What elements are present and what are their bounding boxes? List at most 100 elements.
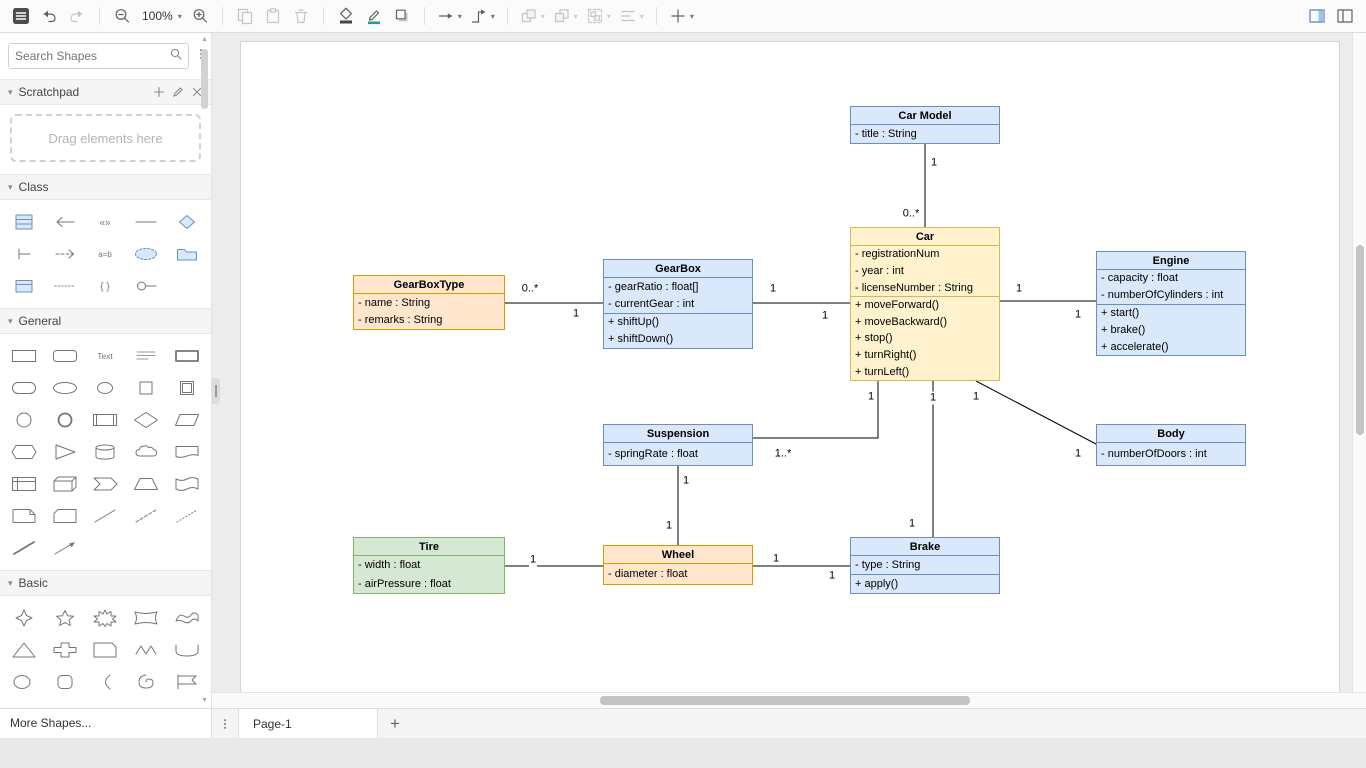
zoom-in-button[interactable] — [187, 3, 213, 29]
stadium-shape-icon[interactable] — [4, 372, 45, 404]
square-shape-icon[interactable] — [126, 372, 167, 404]
uml-braces-shape-icon[interactable]: { } — [85, 270, 126, 302]
scratchpad-header[interactable]: ▾ Scratchpad — [0, 79, 211, 105]
cloud-shape-icon[interactable] — [126, 436, 167, 468]
cylinder-shape-icon[interactable] — [85, 436, 126, 468]
cube-shape-icon[interactable] — [45, 468, 86, 500]
class-attribute: - diameter : float — [608, 568, 688, 580]
rect-shape-icon[interactable] — [4, 340, 45, 372]
uml-class-suspension[interactable]: Suspension - springRate : float — [603, 424, 753, 466]
triangle-up-shape-icon[interactable] — [4, 634, 45, 666]
rrect-shape-icon[interactable] — [45, 340, 86, 372]
format-panel-button[interactable] — [1304, 3, 1330, 29]
search-box[interactable] — [8, 43, 189, 69]
pages-menu-icon[interactable] — [212, 709, 238, 738]
section-header-class[interactable]: ▾ Class — [0, 174, 211, 200]
triangle-shape-icon[interactable] — [45, 436, 86, 468]
horizontal-scrollbar-thumb[interactable] — [600, 696, 970, 705]
caret-down-icon: ▾ — [639, 11, 644, 21]
outline-panel-button[interactable] — [1332, 3, 1358, 29]
sidebar-scrollbar[interactable]: ▲ ▼ — [199, 35, 210, 706]
sidebar-scrollbar-thumb[interactable] — [201, 49, 208, 109]
uml-assoc-shape-icon[interactable] — [45, 206, 86, 238]
insert-button[interactable]: ▾ — [666, 3, 697, 29]
note-shape-icon[interactable] — [4, 500, 45, 532]
uml-class-gearboxtype[interactable]: GearBoxType - name : String - remarks : St… — [353, 275, 505, 330]
fill-color-button[interactable] — [333, 3, 359, 29]
zoom-level-button[interactable]: 100% ▾ — [137, 3, 185, 29]
arrow-shape-icon[interactable] — [45, 532, 86, 564]
circle-shape-icon[interactable] — [4, 404, 45, 436]
zoom-out-button[interactable] — [109, 3, 135, 29]
textbox-shape-icon[interactable] — [126, 340, 167, 372]
uml-class-wheel[interactable]: Wheel - diameter : float — [603, 545, 753, 585]
line-color-button[interactable] — [361, 3, 387, 29]
scratchpad-add-icon[interactable] — [153, 86, 165, 98]
blob-shape-icon[interactable] — [4, 666, 45, 698]
uml-divider-shape-icon[interactable] — [4, 238, 45, 270]
card-shape-icon[interactable] — [45, 500, 86, 532]
search-icon[interactable] — [170, 47, 182, 65]
star5-shape-icon[interactable] — [45, 602, 86, 634]
section-header-general[interactable]: ▾ General — [0, 308, 211, 334]
add-page-button[interactable]: + — [378, 709, 412, 738]
scroll-up-icon[interactable]: ▲ — [201, 35, 208, 45]
process-shape-icon[interactable] — [85, 404, 126, 436]
uml-class-shape-icon[interactable] — [4, 206, 45, 238]
connection-button[interactable]: ▾ — [434, 3, 465, 29]
circle-bold-shape-icon[interactable] — [45, 404, 86, 436]
text-shape-icon[interactable]: Text — [85, 340, 126, 372]
vertical-scrollbar[interactable] — [1352, 33, 1366, 692]
section-header-basic[interactable]: ▾ Basic — [0, 570, 211, 596]
corner-rect-shape-icon[interactable] — [85, 634, 126, 666]
burst-shape-icon[interactable] — [85, 602, 126, 634]
spiral-shape-icon[interactable] — [126, 666, 167, 698]
uml-class-car-model[interactable]: Car Model - title : String — [850, 106, 1000, 144]
search-input[interactable] — [15, 49, 170, 63]
star4-shape-icon[interactable] — [4, 602, 45, 634]
uml-line-shape-icon[interactable] — [126, 206, 167, 238]
shadow-button[interactable] — [389, 3, 415, 29]
trapezoid-shape-icon[interactable] — [126, 468, 167, 500]
page-tab[interactable]: Page-1 — [238, 709, 378, 738]
uml-class-body[interactable]: Body - numberOfDoors : int — [1096, 424, 1246, 466]
drawing-page[interactable] — [240, 41, 1340, 692]
zigzag-shape-icon[interactable] — [126, 634, 167, 666]
vertical-scrollbar-thumb[interactable] — [1356, 245, 1364, 435]
uml-dashed-assoc-shape-icon[interactable] — [45, 238, 86, 270]
hexagon-shape-icon[interactable] — [4, 436, 45, 468]
uml-class-engine[interactable]: Engine - capacity : float - numberOfCylind… — [1096, 251, 1246, 356]
scratchpad-edit-icon[interactable] — [172, 86, 184, 98]
internal-storage-shape-icon[interactable] — [4, 468, 45, 500]
bold-line-shape-icon[interactable] — [4, 532, 45, 564]
line-shape-icon[interactable] — [85, 500, 126, 532]
horizontal-scrollbar[interactable] — [212, 692, 1366, 708]
more-shapes-button[interactable]: More Shapes... — [0, 708, 212, 738]
canvas[interactable]: Car Model - title : String Car - registrati… — [212, 33, 1366, 692]
uml-class-gearbox[interactable]: GearBox - gearRatio : float[] - currentGea… — [603, 259, 753, 349]
step-shape-icon[interactable] — [85, 468, 126, 500]
uml-class-car[interactable]: Car - registrationNum - year : int - licens… — [850, 227, 1000, 381]
dashed-line-shape-icon[interactable] — [126, 500, 167, 532]
sidebar-resize-handle[interactable] — [212, 378, 220, 404]
uml-class-brake[interactable]: Brake - type : String + apply() — [850, 537, 1000, 594]
waypoints-button[interactable]: ▾ — [467, 3, 498, 29]
uml-class-tire[interactable]: Tire - width : float - airPressure : float — [353, 537, 505, 594]
menu-button[interactable] — [8, 3, 34, 29]
scroll-down-icon[interactable]: ▼ — [201, 696, 208, 706]
uml-object-shape-icon[interactable] — [4, 270, 45, 302]
uml-interface-shape-icon[interactable]: «» — [85, 206, 126, 238]
pillow-shape-icon[interactable] — [126, 602, 167, 634]
uml-ellipse-shape-icon[interactable] — [126, 238, 167, 270]
undo-button[interactable] — [36, 3, 62, 29]
uml-label-shape-icon[interactable]: a=b — [85, 238, 126, 270]
uml-dotted-line-shape-icon[interactable] — [45, 270, 86, 302]
cross-shape-icon[interactable] — [45, 634, 86, 666]
ellipse-small-shape-icon[interactable] — [85, 372, 126, 404]
ellipse-shape-icon[interactable] — [45, 372, 86, 404]
scratchpad-drop-area[interactable]: Drag elements here — [10, 114, 201, 162]
rounded-square-shape-icon[interactable] — [45, 666, 86, 698]
diamond-shape-icon[interactable] — [126, 404, 167, 436]
arc-shape-icon[interactable] — [85, 666, 126, 698]
uml-lollipop-shape-icon[interactable] — [126, 270, 167, 302]
